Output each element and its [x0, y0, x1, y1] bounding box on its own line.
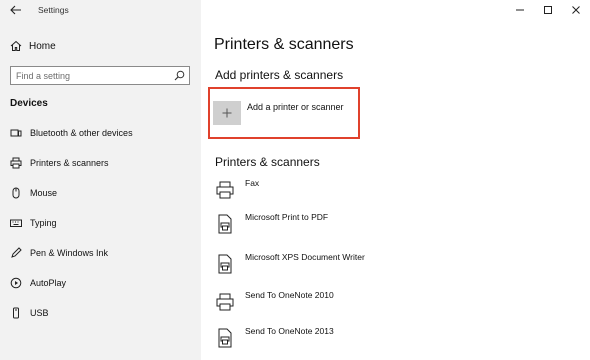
section-label-devices: Devices	[10, 98, 48, 109]
document-printer-icon	[218, 254, 232, 274]
usb-icon	[13, 307, 19, 319]
sidebar-item-label: Bluetooth & other devices	[30, 128, 133, 138]
home-nav-item[interactable]: Home	[10, 38, 56, 54]
printers-list-heading: Printers & scanners	[215, 155, 320, 169]
sidebar-item-mouse[interactable]: Mouse	[0, 181, 201, 205]
sidebar-item-bluetooth[interactable]: Bluetooth & other devices	[0, 121, 201, 145]
add-section-heading: Add printers & scanners	[215, 68, 344, 82]
back-arrow-icon	[10, 5, 21, 15]
pen-icon	[11, 247, 22, 258]
sidebar-item-typing[interactable]: Typing	[0, 211, 201, 235]
sidebar-item-pen[interactable]: Pen & Windows Ink	[0, 241, 201, 265]
printer-icon	[216, 293, 234, 311]
printer-name: Send To OneNote 2013	[245, 326, 334, 336]
plus-icon	[222, 108, 232, 118]
close-button[interactable]	[562, 0, 590, 20]
window-controls	[506, 0, 590, 22]
main-content: Printers & scanners Add printers & scann…	[201, 0, 590, 360]
app-title: Settings	[38, 5, 69, 15]
sidebar-item-printers[interactable]: Printers & scanners	[0, 151, 201, 175]
add-tile	[213, 101, 241, 125]
page-title: Printers & scanners	[214, 36, 354, 53]
printer-item-onenote-2010[interactable]: Send To OneNote 2010	[215, 290, 334, 318]
home-icon	[10, 40, 22, 51]
mouse-icon	[12, 187, 20, 199]
back-button[interactable]	[8, 3, 24, 17]
keyboard-icon	[10, 219, 22, 227]
sidebar-item-label: Mouse	[30, 188, 58, 198]
minimize-button[interactable]	[506, 0, 534, 20]
minimize-icon	[516, 9, 524, 11]
sidebar-item-label: Printers & scanners	[30, 158, 109, 168]
sidebar: Settings Home Devices Bluetooth & other …	[0, 0, 201, 360]
printer-name: Send To OneNote 2010	[245, 290, 334, 300]
add-printer-label: Add a printer or scanner	[247, 102, 344, 112]
printer-name: Microsoft XPS Document Writer	[245, 252, 365, 262]
sidebar-item-label: Typing	[30, 218, 57, 228]
sidebar-item-label: AutoPlay	[30, 278, 67, 288]
printer-item-onenote-2013[interactable]: Send To OneNote 2013	[215, 326, 334, 354]
sidebar-item-autoplay[interactable]: AutoPlay	[0, 271, 201, 295]
home-label: Home	[29, 40, 56, 52]
add-printer-button[interactable]: Add a printer or scanner	[213, 101, 344, 125]
printer-icon	[10, 157, 22, 169]
printer-name: Microsoft Print to PDF	[245, 212, 329, 222]
printer-item-fax[interactable]: Fax	[215, 178, 259, 206]
printer-item-print-to-pdf[interactable]: Microsoft Print to PDF	[215, 212, 328, 240]
search-icon[interactable]	[174, 70, 185, 81]
close-icon	[572, 6, 580, 14]
title-bar: Settings	[0, 0, 201, 22]
sidebar-item-label: USB	[30, 308, 49, 318]
search-input[interactable]	[16, 69, 166, 82]
sidebar-item-usb[interactable]: USB	[0, 301, 201, 325]
maximize-icon	[544, 6, 552, 14]
document-printer-icon	[218, 328, 232, 348]
fax-printer-icon	[216, 181, 234, 199]
bluetooth-devices-icon	[10, 129, 22, 137]
maximize-button[interactable]	[534, 0, 562, 20]
printer-item-xps-writer[interactable]: Microsoft XPS Document Writer	[215, 252, 365, 280]
sidebar-item-label: Pen & Windows Ink	[30, 248, 109, 258]
printer-name: Fax	[245, 178, 260, 188]
autoplay-icon	[10, 277, 22, 289]
document-printer-icon	[218, 214, 232, 234]
search-box[interactable]	[10, 66, 190, 85]
